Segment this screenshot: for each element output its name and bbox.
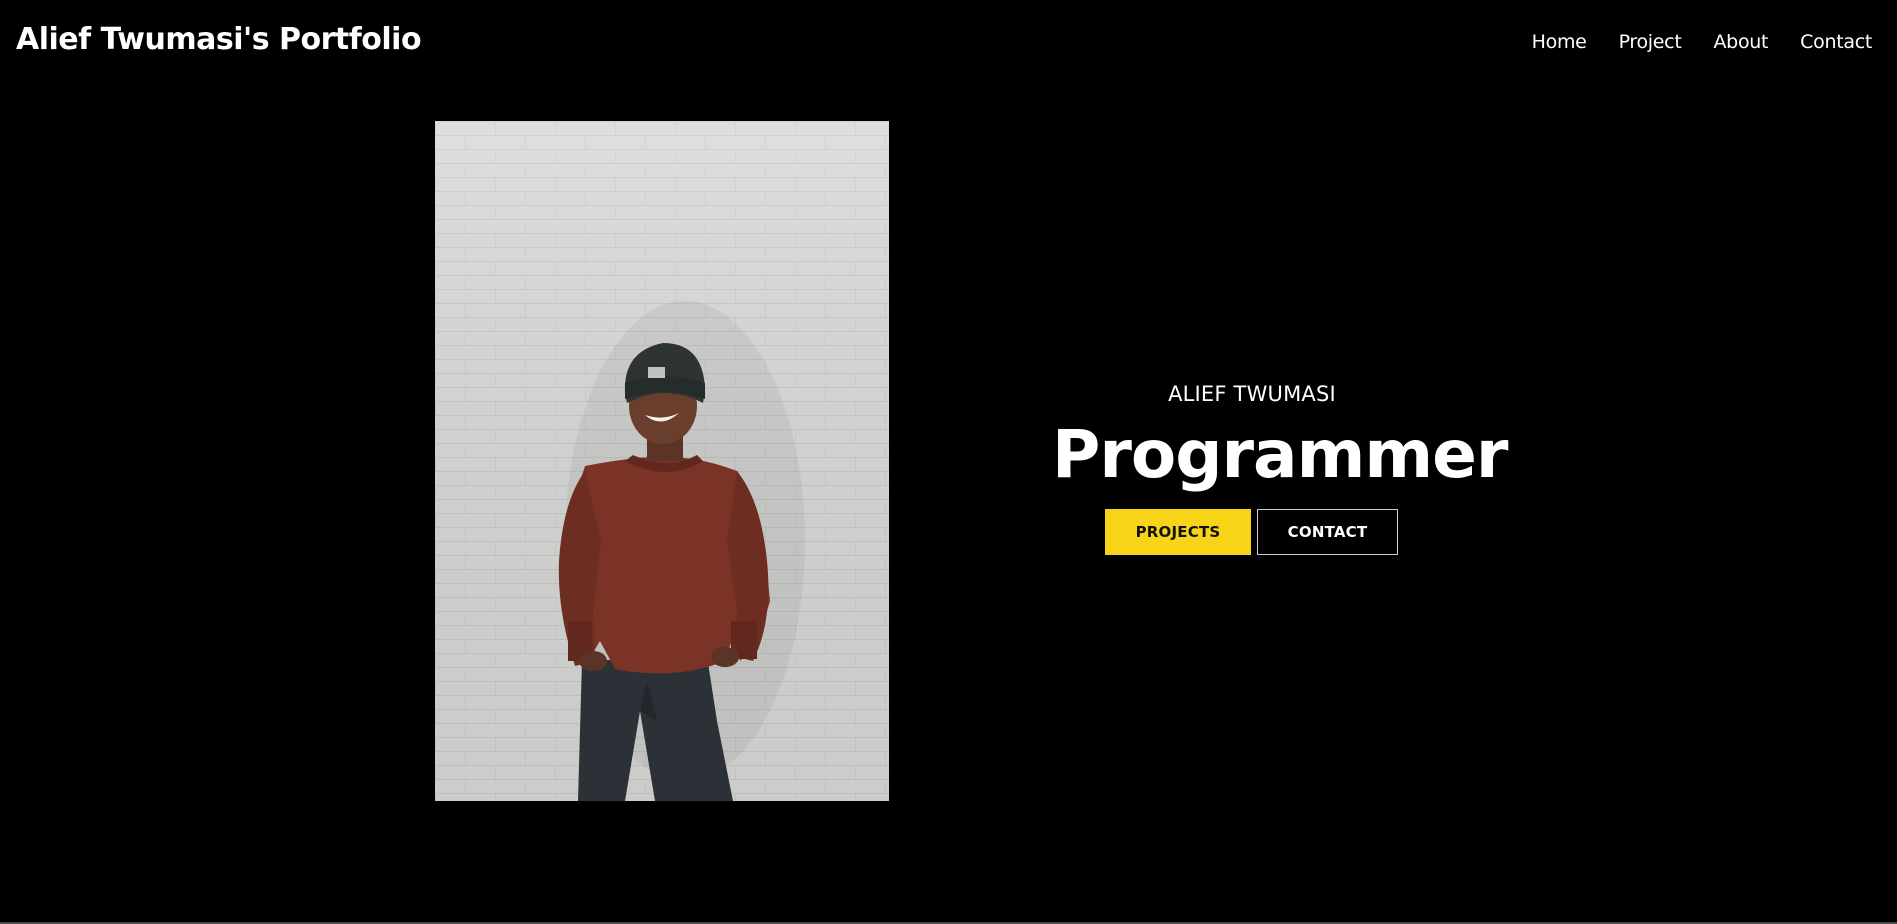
contact-button[interactable]: CONTACT bbox=[1257, 509, 1398, 555]
nav-project-link[interactable]: Project bbox=[1619, 31, 1682, 53]
portrait-photo bbox=[435, 121, 889, 801]
hero-role-heading: Programmer bbox=[1052, 416, 1508, 493]
portrait-photo-art bbox=[435, 121, 889, 801]
hero-section: ALIEF TWUMASI Programmer bbox=[1052, 380, 1508, 493]
nav-contact-link[interactable]: Contact bbox=[1800, 31, 1872, 53]
projects-button[interactable]: PROJECTS bbox=[1105, 509, 1251, 555]
hero-buttons: PROJECTS CONTACT bbox=[1105, 509, 1398, 555]
main-nav: Home Project About Contact bbox=[1500, 31, 1873, 53]
nav-home-link[interactable]: Home bbox=[1532, 31, 1587, 53]
nav-about-link[interactable]: About bbox=[1713, 31, 1768, 53]
site-title[interactable]: Alief Twumasi's Portfolio bbox=[16, 22, 422, 57]
hero-name: ALIEF TWUMASI bbox=[1168, 382, 1336, 406]
page: Alief Twumasi's Portfolio Home Project A… bbox=[0, 0, 1897, 924]
